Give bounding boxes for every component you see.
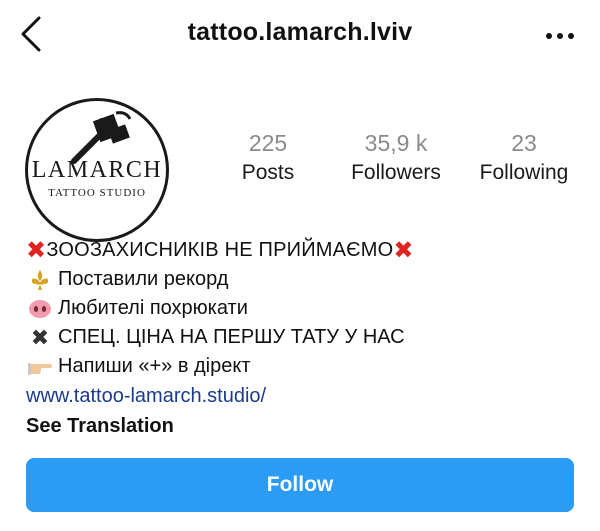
cross-mark-icon: ✖ [30, 324, 50, 350]
stat-posts-label: Posts [241, 161, 295, 184]
stat-followers-count: 35,9 k [364, 130, 428, 156]
stat-posts[interactable]: 225 Posts [208, 130, 328, 188]
pig-nose-icon [26, 297, 54, 321]
bio-line-dm: Напиши «+» в дірект [26, 352, 586, 381]
bio-line-text: Напиши «+» в дірект [58, 355, 251, 377]
more-options-button[interactable] [540, 22, 580, 50]
stat-following-label: Following [479, 161, 569, 184]
bio-line-pig: Любителі похрюкати [26, 294, 586, 323]
bio-line-text: Поставили рекорд [58, 268, 229, 290]
more-horizontal-icon [546, 33, 574, 39]
bio-line-text: СПЕЦ. ЦІНА НА ПЕРШУ ТАТУ У НАС [58, 326, 405, 348]
red-cross-icon: ✖ [26, 236, 47, 264]
profile-stats: 225 Posts 35,9 k Followers 23 Following [0, 130, 600, 190]
bio-line-text: Любителі похрюкати [58, 297, 248, 319]
stat-followers[interactable]: 35,9 k Followers [336, 130, 456, 188]
profile-bio: ✖ ЗООЗАХИСНИКІВ НЕ ПРИЙМАЄМО ✖ Поставили… [26, 236, 586, 441]
website-link[interactable]: www.tattoo-lamarch.studio/ [26, 381, 586, 411]
stat-followers-label: Followers [351, 161, 441, 184]
bio-line-price: ✖ СПЕЦ. ЦІНА НА ПЕРШУ ТАТУ У НАС [26, 323, 586, 352]
follow-button[interactable]: Follow [26, 458, 574, 512]
see-translation-button[interactable]: See Translation [26, 411, 586, 441]
fleur-de-lis-icon [26, 268, 54, 292]
stat-posts-count: 225 [248, 130, 288, 156]
stat-following[interactable]: 23 Following [464, 130, 584, 188]
stat-following-count: 23 [511, 130, 537, 156]
profile-username: tattoo.lamarch.lviv [187, 18, 413, 46]
top-bar: tattoo.lamarch.lviv [0, 0, 600, 74]
bio-title-line: ✖ ЗООЗАХИСНИКІВ НЕ ПРИЙМАЄМО ✖ [26, 236, 586, 265]
pointing-hand-icon [26, 355, 54, 379]
bio-title: ЗООЗАХИСНИКІВ НЕ ПРИЙМАЄМО [46, 239, 394, 261]
red-cross-icon: ✖ [393, 236, 414, 264]
bio-line-record: Поставили рекорд [26, 265, 586, 294]
